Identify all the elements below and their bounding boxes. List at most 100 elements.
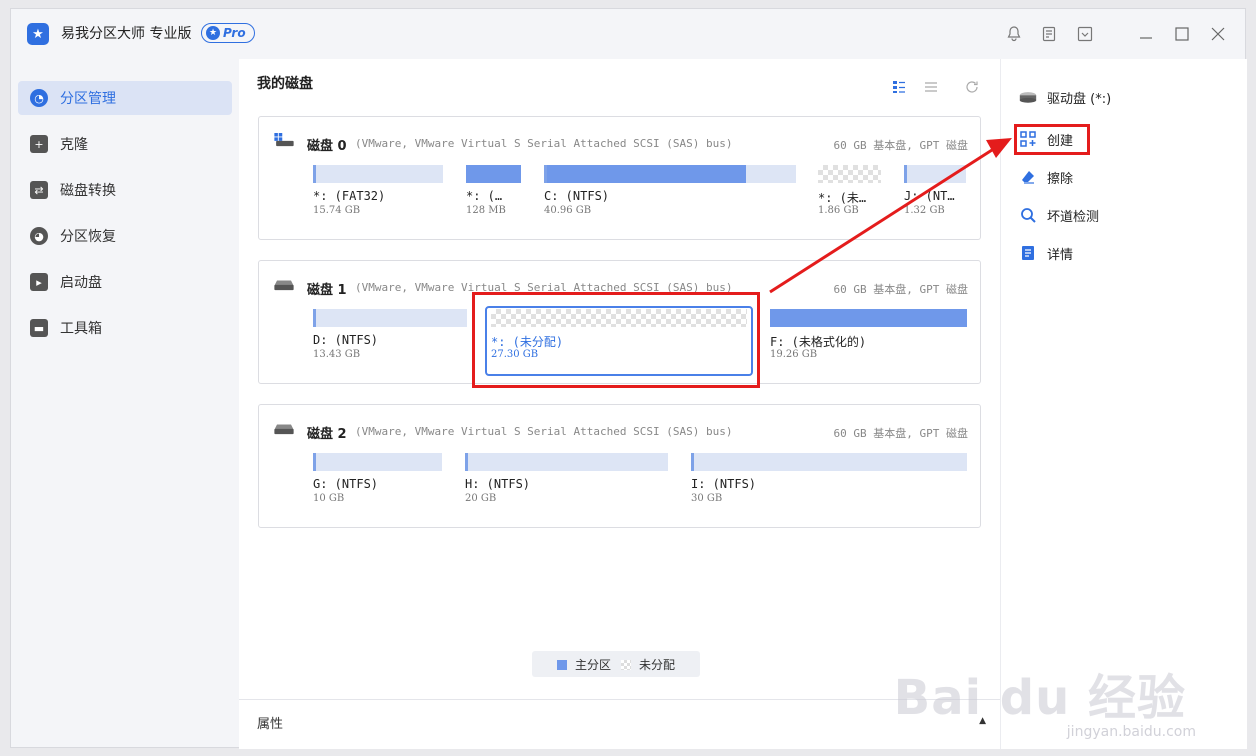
- boot-disk-icon: ▸: [30, 273, 48, 291]
- maximize-icon[interactable]: [1171, 23, 1193, 45]
- scan-icon: [1019, 206, 1037, 224]
- sidebar-item-label: 分区管理: [60, 91, 116, 107]
- partition-label: *: (…: [466, 189, 503, 203]
- partition-label: J: (NT…: [904, 189, 955, 203]
- page-title: 我的磁盘: [257, 76, 313, 92]
- disk-icon: [274, 133, 294, 147]
- partition-label: G: (NTFS): [313, 477, 379, 491]
- recovery-icon: ◕: [30, 227, 48, 245]
- minimize-icon[interactable]: [1135, 23, 1157, 45]
- unallocated-swatch-icon: [621, 659, 631, 670]
- refresh-icon[interactable]: [964, 79, 980, 95]
- sidebar-item-clone[interactable]: + 克隆: [18, 127, 232, 161]
- bad-sector-check-button[interactable]: 坏道检测: [1019, 201, 1099, 229]
- partition-size: 13.43 GB: [313, 349, 361, 360]
- partition-bar: [313, 453, 442, 471]
- partition-bar: [466, 165, 521, 183]
- legend-primary-label: 主分区: [574, 657, 611, 672]
- partition[interactable]: *: (FAT32) 15.74 GB: [313, 165, 443, 227]
- partition-size: 20 GB: [465, 493, 497, 504]
- partition[interactable]: D: (NTFS) 13.43 GB: [313, 309, 467, 371]
- list-view-icon[interactable]: [923, 79, 939, 95]
- disk-summary: 60 GB 基本盘, GPT 磁盘: [833, 283, 968, 296]
- disk-icon: [274, 424, 294, 435]
- partition[interactable]: C: (NTFS) 40.96 GB: [544, 165, 796, 227]
- partition-size: 1.86 GB: [818, 205, 859, 216]
- partition-label: *: (未…: [818, 191, 867, 205]
- partition-size: 128 MB: [466, 205, 506, 216]
- drive-icon: [1019, 88, 1037, 106]
- sidebar-item-label: 克隆: [60, 137, 88, 153]
- partition[interactable]: G: (NTFS) 10 GB: [313, 453, 442, 515]
- sidebar-item-label: 磁盘转换: [60, 183, 116, 199]
- star-icon: ★: [206, 26, 220, 40]
- partition-size: 1.32 GB: [904, 205, 945, 216]
- partition-size: 30 GB: [691, 493, 723, 504]
- partition[interactable]: I: (NTFS) 30 GB: [691, 453, 967, 515]
- sidebar-item-label: 启动盘: [60, 275, 102, 291]
- title-bar: ★ 易我分区大师 专业版 ★ Pro: [11, 9, 1245, 59]
- partition-size: 40.96 GB: [544, 205, 592, 216]
- close-icon[interactable]: [1207, 23, 1229, 45]
- legend-primary: 主分区: [556, 656, 611, 673]
- grid-view-icon[interactable]: [891, 79, 907, 95]
- partition-label: I: (NTFS): [691, 477, 757, 491]
- operations-panel: 驱动盘 (*:) 创建 擦除 坏道检测 详情: [1000, 59, 1247, 749]
- disk-icon: [274, 280, 294, 291]
- pro-badge: ★ Pro: [201, 23, 255, 43]
- legend-unallocated-label: 未分配: [639, 657, 676, 672]
- note-icon[interactable]: [1038, 23, 1060, 45]
- annotation-highlight-create: [1014, 124, 1090, 155]
- erase-label: 擦除: [1047, 171, 1074, 187]
- sidebar-item-partition-recovery[interactable]: ◕ 分区恢复: [18, 219, 232, 253]
- sidebar-item-toolbox[interactable]: ▬ 工具箱: [18, 311, 232, 345]
- sidebar-item-disk-convert[interactable]: ⇄ 磁盘转换: [18, 173, 232, 207]
- properties-label: 属性: [257, 717, 284, 732]
- partition-bar: [904, 165, 966, 183]
- disk-description: (VMware, VMware Virtual S Serial Attache…: [355, 425, 733, 438]
- clone-icon: +: [30, 135, 48, 153]
- disk-name: 磁盘 1: [307, 283, 347, 298]
- partition-label: D: (NTFS): [313, 333, 379, 347]
- properties-panel[interactable]: 属性 ▲: [239, 699, 1000, 749]
- partition-bar: [770, 309, 967, 327]
- pro-label: Pro: [223, 26, 246, 40]
- disk-description: (VMware, VMware Virtual S Serial Attache…: [355, 137, 733, 150]
- partition-bar: [691, 453, 967, 471]
- partition-bar: [313, 309, 467, 327]
- dropdown-icon[interactable]: [1074, 23, 1096, 45]
- disk-summary: 60 GB 基本盘, GPT 磁盘: [833, 427, 968, 440]
- sidebar-item-partition-manager[interactable]: ◔ 分区管理: [18, 81, 232, 115]
- primary-swatch-icon: [556, 659, 567, 670]
- partition-label: C: (NTFS): [544, 189, 610, 203]
- partition[interactable]: F: (未格式化的) 19.26 GB: [770, 309, 967, 371]
- bad-sector-check-label: 坏道检测: [1047, 209, 1100, 225]
- partition[interactable]: J: (NT… 1.32 GB: [904, 165, 966, 227]
- partition[interactable]: *: (未… 1.86 GB: [818, 165, 881, 227]
- watermark-url: jingyan.baidu.com: [1066, 724, 1196, 740]
- sidebar-item-boot-disk[interactable]: ▸ 启动盘: [18, 265, 232, 299]
- partition-bar-unallocated: [818, 165, 881, 183]
- details-button[interactable]: 详情: [1019, 239, 1073, 267]
- disk-card-2[interactable]: 磁盘 2 (VMware, VMware Virtual S Serial At…: [258, 404, 981, 528]
- partition[interactable]: *: (… 128 MB: [466, 165, 521, 227]
- partition-size: 10 GB: [313, 493, 345, 504]
- disk-summary: 60 GB 基本盘, GPT 磁盘: [833, 139, 968, 152]
- erase-button[interactable]: 擦除: [1019, 163, 1073, 191]
- disk-name: 磁盘 2: [307, 427, 347, 442]
- app-title: 易我分区大师 专业版: [61, 26, 192, 42]
- partition-label: F: (未格式化的): [770, 335, 867, 349]
- sidebar: ◔ 分区管理 + 克隆 ⇄ 磁盘转换 ◕ 分区恢复 ▸ 启动盘 ▬ 工具箱: [11, 59, 239, 749]
- legend-unallocated: 未分配: [621, 656, 675, 673]
- eraser-icon: [1019, 168, 1037, 186]
- sidebar-item-label: 分区恢复: [60, 229, 116, 245]
- partition[interactable]: H: (NTFS) 20 GB: [465, 453, 668, 515]
- sidebar-item-label: 工具箱: [60, 321, 102, 337]
- disk-card-0[interactable]: 磁盘 0 (VMware, VMware Virtual S Serial At…: [258, 116, 981, 240]
- watermark-brand: Bai du 经验: [893, 670, 1186, 726]
- bell-icon[interactable]: [1003, 23, 1025, 45]
- partition-label: *: (FAT32): [313, 189, 386, 203]
- toolbox-icon: ▬: [30, 319, 48, 337]
- partition-usage-fill: [547, 165, 746, 183]
- partition-bar: [465, 453, 668, 471]
